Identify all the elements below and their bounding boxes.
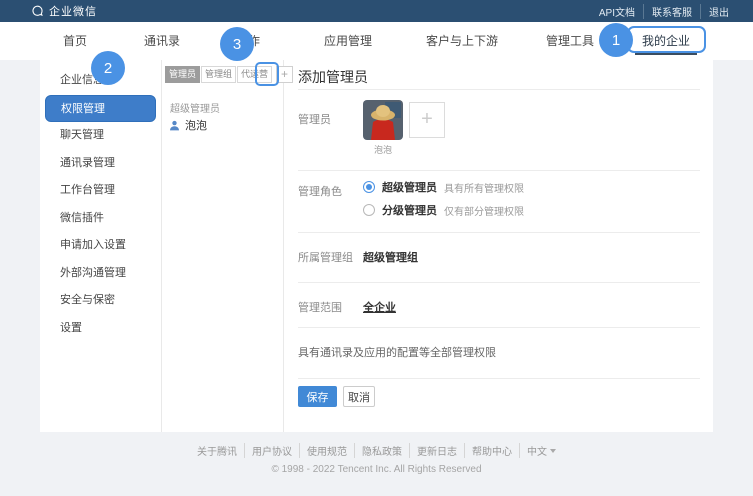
radio-selected-icon[interactable] (363, 181, 375, 193)
avatar-name: 泡泡 (363, 143, 403, 156)
content-card: 企业信息 权限管理 聊天管理 通讯录管理 工作台管理 微信插件 申请加入设置 外… (40, 60, 713, 432)
add-member-plus-button[interactable]: + (409, 102, 445, 138)
footer-link-privacy[interactable]: 隐私政策 (354, 443, 409, 458)
sidebar-item-permissions[interactable]: 权限管理 (45, 95, 156, 123)
sidebar-item-chat-management[interactable]: 聊天管理 (40, 122, 161, 150)
footer-link-usage-rules[interactable]: 使用规范 (299, 443, 354, 458)
sidebar-item-external-comm[interactable]: 外部沟通管理 (40, 260, 161, 288)
chevron-down-icon (550, 449, 556, 453)
admin-field-label: 管理员 (298, 111, 331, 127)
footer-link-about[interactable]: 关于腾讯 (190, 443, 244, 458)
admin-member-name: 泡泡 (185, 117, 207, 133)
settings-sidebar: 企业信息 权限管理 聊天管理 通讯录管理 工作台管理 微信插件 申请加入设置 外… (40, 60, 162, 432)
group-field-label: 所属管理组 (298, 249, 353, 265)
step3-badge: 3 (220, 27, 254, 61)
logout-link[interactable]: 退出 (700, 4, 737, 19)
admin-list-item[interactable]: 泡泡 (169, 117, 207, 133)
role-option-desc: 仅有部分管理权限 (444, 203, 524, 218)
role-option-tiered[interactable]: 分级管理员 仅有部分管理权限 (363, 202, 524, 218)
permission-note: 具有通讯录及应用的配置等全部管理权限 (298, 344, 496, 360)
nav-customers[interactable]: 客户与上下游 (426, 22, 498, 60)
step1-badge: 1 (599, 23, 633, 57)
tab-administrators[interactable]: 管理员 (165, 66, 200, 83)
footer-link-changelog[interactable]: 更新日志 (409, 443, 464, 458)
topbar-links: API文档 联系客服 退出 (591, 0, 737, 22)
divider (298, 327, 700, 328)
chat-bubble-logo-icon (31, 5, 44, 18)
sidebar-item-settings[interactable]: 设置 (40, 315, 161, 343)
sidebar-item-contacts-management[interactable]: 通讯录管理 (40, 150, 161, 178)
role-option-desc: 具有所有管理权限 (444, 180, 524, 195)
api-docs-link[interactable]: API文档 (591, 4, 643, 19)
save-button[interactable]: 保存 (298, 386, 337, 407)
admin-list-panel: 管理员 管理组 代运营 + 超级管理员 泡泡 (162, 60, 284, 432)
sidebar-item-workbench[interactable]: 工作台管理 (40, 177, 161, 205)
person-icon (169, 120, 180, 131)
divider (298, 89, 700, 90)
footer-links: 关于腾讯 用户协议 使用规范 隐私政策 更新日志 帮助中心 中文 (190, 443, 563, 458)
add-admin-plus-button[interactable]: + (276, 66, 293, 83)
role-option-label: 分级管理员 (382, 202, 437, 218)
step2-badge: 2 (91, 51, 125, 85)
divider (298, 232, 700, 233)
sidebar-item-join-settings[interactable]: 申请加入设置 (40, 232, 161, 260)
nav-admin-tools[interactable]: 管理工具 (546, 22, 594, 60)
language-selector[interactable]: 中文 (519, 443, 563, 458)
page-title: 添加管理员 (298, 67, 368, 87)
nav-my-company[interactable]: 我的企业 (642, 22, 690, 60)
sidebar-item-security[interactable]: 安全与保密 (40, 287, 161, 315)
admin-group-label: 超级管理员 (170, 100, 220, 115)
tab-agent-ops[interactable]: 代运营 (237, 66, 272, 83)
top-app-bar: 企业微信 API文档 联系客服 退出 (0, 0, 753, 22)
radio-unselected-icon[interactable] (363, 204, 375, 216)
cancel-button[interactable]: 取消 (343, 386, 375, 407)
footer-link-help-center[interactable]: 帮助中心 (464, 443, 519, 458)
app-logo: 企业微信 (31, 3, 97, 19)
logo-text: 企业微信 (49, 3, 97, 19)
divider (298, 282, 700, 283)
role-option-super[interactable]: 超级管理员 具有所有管理权限 (363, 179, 524, 195)
divider (298, 378, 700, 379)
avatar[interactable] (363, 100, 403, 140)
divider (298, 170, 700, 171)
nav-home[interactable]: 首页 (63, 22, 87, 60)
footer-link-user-agreement[interactable]: 用户协议 (244, 443, 299, 458)
tab-admin-groups[interactable]: 管理组 (201, 66, 236, 83)
scope-field-label: 管理范围 (298, 299, 342, 315)
avatar-photo (363, 100, 403, 140)
contact-support-link[interactable]: 联系客服 (643, 4, 700, 19)
role-field-label: 管理角色 (298, 183, 342, 199)
role-option-label: 超级管理员 (382, 179, 437, 195)
copyright-text: © 1998 - 2022 Tencent Inc. All Rights Re… (0, 464, 753, 475)
admin-tabs: 管理员 管理组 代运营 + (165, 66, 293, 83)
nav-app-management[interactable]: 应用管理 (324, 22, 372, 60)
scope-field-value[interactable]: 全企业 (363, 299, 396, 315)
group-field-value: 超级管理组 (363, 249, 418, 265)
nav-contacts[interactable]: 通讯录 (144, 22, 180, 60)
language-label: 中文 (527, 443, 547, 458)
sidebar-item-wechat-plugin[interactable]: 微信插件 (40, 205, 161, 233)
page-footer: 关于腾讯 用户协议 使用规范 隐私政策 更新日志 帮助中心 中文 © 1998 … (0, 442, 753, 475)
